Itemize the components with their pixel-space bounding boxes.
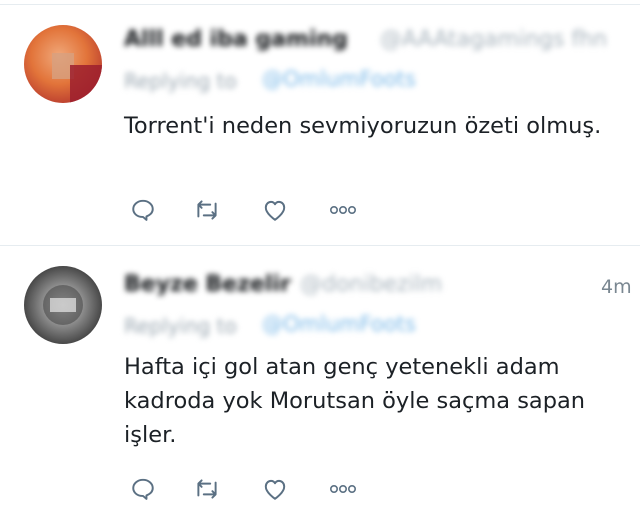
reply-prefix: Replying to: [124, 69, 237, 93]
reply-to-link[interactable]: @OmlumFoots: [262, 312, 416, 336]
more-icon[interactable]: [326, 472, 360, 506]
timestamp[interactable]: 4m: [601, 276, 632, 298]
user-handle[interactable]: @donibezilm: [300, 272, 442, 297]
display-name[interactable]: Alll ed iba gaming: [124, 27, 348, 52]
more-icon[interactable]: [326, 193, 360, 227]
tweet-text: Torrent'i neden sevmiyoruzun özeti olmuş…: [124, 113, 602, 139]
reply-to-link[interactable]: @OmlumFoots: [262, 67, 416, 91]
avatar[interactable]: [24, 25, 102, 103]
reply-icon[interactable]: [126, 193, 160, 227]
user-handle[interactable]: @AAAtagamings fhn: [380, 27, 607, 52]
tweet-1[interactable]: Alll ed iba gaming @AAAtagamings fhn Rep…: [0, 5, 640, 245]
tweet-2[interactable]: Beyze Bezelir @donibezilm Replying to @O…: [0, 246, 640, 513]
reply-icon[interactable]: [126, 472, 160, 506]
display-name[interactable]: Beyze Bezelir: [124, 272, 291, 297]
avatar[interactable]: [24, 266, 102, 344]
like-icon[interactable]: [258, 472, 292, 506]
tweet-text: Hafta içi gol atan genç yetenekli adam k…: [124, 354, 586, 448]
like-icon[interactable]: [258, 193, 292, 227]
retweet-icon[interactable]: [190, 193, 224, 227]
retweet-icon[interactable]: [190, 472, 224, 506]
reply-prefix: Replying to: [124, 314, 237, 338]
